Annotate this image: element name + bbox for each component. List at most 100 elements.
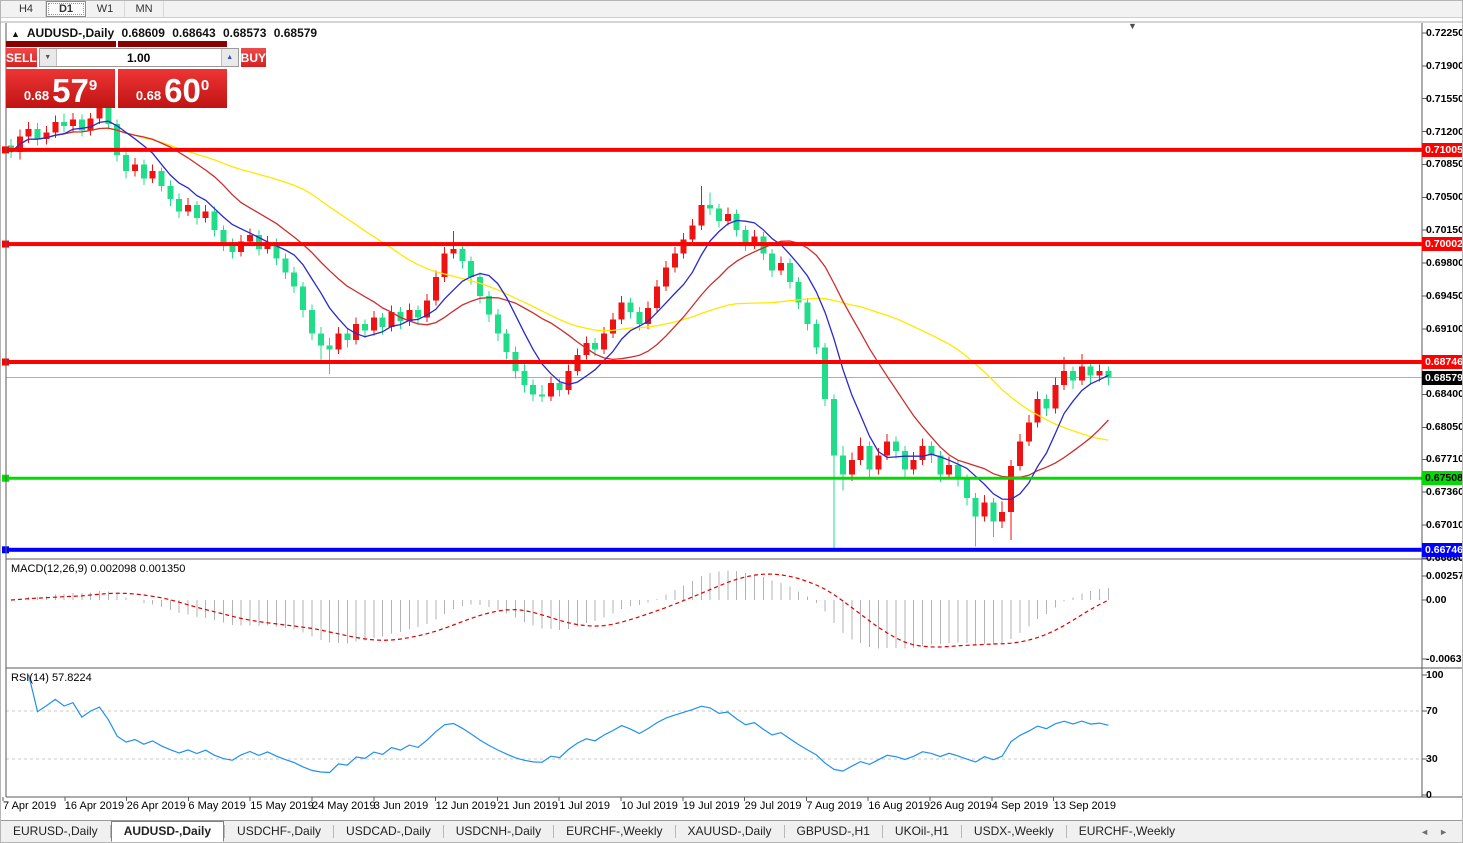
candle-body [335,333,342,350]
candle-body [432,277,439,301]
tab-eurchf-weekly[interactable]: EURCHF-,Weekly [554,821,674,842]
scroll-right-icon[interactable]: ► [1439,827,1448,837]
candle-body [282,258,289,273]
candle-body [176,199,183,212]
candle-body [804,302,811,325]
candle-body [981,502,988,517]
candle-body [724,214,731,221]
candle-body [866,446,873,470]
candle-body [87,118,94,131]
tab-eurchf-weekly[interactable]: EURCHF-,Weekly [1067,821,1187,842]
candle-body [1008,465,1015,512]
tab-ukoil-h1[interactable]: UKOil-,H1 [883,821,961,842]
candle-body [1025,422,1032,442]
rsi-line [28,674,1109,774]
candle-body [140,164,147,179]
candle-body [468,261,475,278]
tab-usdcad-daily[interactable]: USDCAD-,Daily [334,821,443,842]
buy-price-panel[interactable]: 0.68 60 0 [118,69,227,108]
candle-body [370,317,377,331]
volume-decrease-icon[interactable]: ▼ [39,49,57,66]
candle-body [185,204,191,212]
candle-body [901,450,908,470]
candle-body [1061,371,1068,386]
candle-body [494,314,501,334]
candle-body [131,164,138,172]
tab-gbpusd-h1[interactable]: GBPUSD-,H1 [785,821,882,842]
tab-usdcnh-daily[interactable]: USDCNH-,Daily [444,821,553,842]
buy-price-prefix: 0.68 [135,88,162,103]
candle-body [450,248,457,254]
candle-body [1078,366,1085,381]
candle-body [52,122,59,133]
candle-body [246,234,253,242]
trade-panel-header-bar [117,41,227,47]
candle-body [831,399,838,456]
candle-body [769,253,776,271]
sell-price-panel[interactable]: 0.68 57 9 [6,69,115,108]
candle-body [379,317,386,327]
horizontal-level-line [6,476,1422,480]
candle-body [671,253,678,268]
candle-body [839,455,846,475]
trade-panel-header-bar [6,41,116,47]
candle-body [308,309,315,334]
candle-body [25,128,32,137]
candle-body [786,263,793,282]
volume-increase-icon[interactable]: ▲ [220,49,238,66]
candle-body [662,267,669,287]
buy-button[interactable]: BUY [240,48,267,67]
tab-usdx-weekly[interactable]: USDX-,Weekly [962,821,1066,842]
tab-xauusd-daily[interactable]: XAUUSD-,Daily [676,821,784,842]
candle-body [600,333,607,350]
candle-body [565,371,572,390]
candle-body [592,342,599,350]
candle-body [893,441,899,451]
sell-button[interactable]: SELL [6,48,37,67]
candle-body [972,497,979,517]
candle-body [716,208,722,221]
candle-body [1070,371,1076,381]
trading-app-window: H4 D1 W1 MN ▲ AUDUSD-,Daily 0.68609 0.68643… [0,0,1463,843]
candle-body [707,204,714,209]
candle-body [963,478,970,498]
candle-body [415,309,422,318]
candle-body [946,464,953,475]
candle-body [158,171,165,187]
candle-body [34,128,41,140]
candle-body [202,211,209,218]
sell-price-main: 57 [52,72,89,109]
candle-body [1043,399,1050,409]
buy-price-main: 60 [164,72,201,109]
scroll-left-icon[interactable]: ◄ [1420,827,1429,837]
candle-body [848,460,855,475]
horizontal-level-line [6,242,1422,247]
candle-body [884,441,891,456]
candle-body [539,394,545,397]
candle-body [362,324,368,331]
volume-input[interactable] [56,49,221,66]
candle-body [636,311,643,325]
tab-usdchf-daily[interactable]: USDCHF-,Daily [225,821,333,842]
candle-body [1034,399,1041,423]
sell-price-pip: 9 [88,77,98,94]
candle-body [193,204,200,218]
tab-audusd-daily[interactable]: AUDUSD-,Daily [110,821,225,842]
volume-stepper: ▼ ▲ [38,48,239,67]
candle-body [1096,371,1103,376]
candle-body [485,295,492,315]
candle-body [689,225,696,240]
ohlc-open: 0.68609 [121,26,165,40]
candle-body [556,383,563,390]
collapse-icon[interactable]: ▲ [11,29,20,39]
candle-body [680,239,687,254]
horizontal-level-line [6,360,1422,364]
symbol-tab-bar: EURUSD-,Daily AUDUSD-,Daily USDCHF-,Daily U… [1,820,1462,842]
candle-body [1087,366,1094,376]
candle-body [69,119,76,126]
candle-body [96,108,103,119]
ohlc-low: 0.68573 [222,26,267,40]
candle-body [813,324,820,348]
candle-body [1052,385,1059,409]
tab-eurusd-daily[interactable]: EURUSD-,Daily [1,821,110,842]
